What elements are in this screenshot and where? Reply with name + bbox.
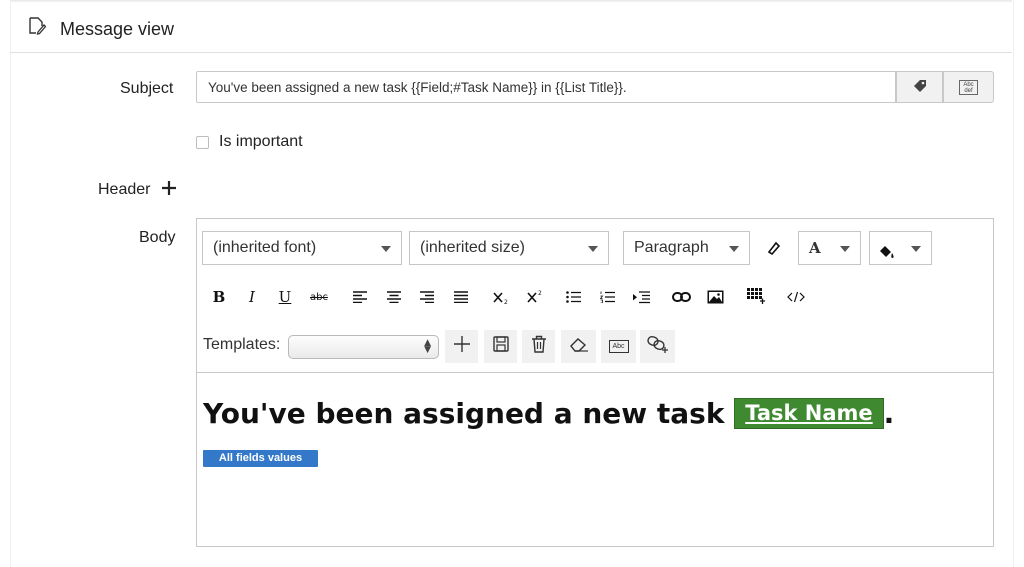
- text-field-icon: Abc def: [959, 79, 978, 95]
- indent-icon: [632, 290, 650, 304]
- subject-label: Subject: [120, 80, 174, 97]
- is-important-checkbox[interactable]: [196, 136, 209, 149]
- superscript-button[interactable]: 2: [527, 288, 545, 306]
- align-right-icon: [420, 291, 434, 303]
- link-button[interactable]: [671, 289, 691, 305]
- save-template-button[interactable]: [484, 330, 517, 363]
- justify-button[interactable]: [453, 289, 469, 305]
- source-code-icon: [787, 291, 805, 303]
- is-important-label: Is important: [219, 133, 303, 150]
- source-code-button[interactable]: [785, 289, 807, 305]
- save-icon: [492, 336, 509, 357]
- delete-icon: [531, 335, 547, 358]
- eraser-icon: [569, 336, 589, 357]
- insert-link-field-button[interactable]: [640, 330, 675, 363]
- header-label: Header: [98, 181, 151, 198]
- heading-period: .: [883, 397, 895, 430]
- image-button[interactable]: [706, 289, 724, 305]
- font-color-dropdown[interactable]: A: [798, 231, 861, 265]
- toolbar-divider: [197, 372, 993, 373]
- bold-button[interactable]: B: [209, 287, 229, 307]
- note-edit-icon: [28, 17, 47, 35]
- background-color-dropdown[interactable]: [869, 231, 932, 265]
- image-icon: [707, 290, 724, 304]
- delete-template-button[interactable]: [522, 330, 555, 363]
- font-size-dropdown[interactable]: (inherited size): [409, 231, 609, 265]
- superscript-icon: 2: [527, 289, 545, 305]
- clear-format-button[interactable]: [762, 238, 784, 258]
- add-icon: [453, 335, 471, 358]
- body-label: Body: [139, 229, 176, 246]
- body-editor: (inherited font) (inherited size) Paragr…: [196, 218, 994, 547]
- indent-button[interactable]: [632, 289, 650, 305]
- svg-text:2: 2: [504, 299, 508, 305]
- align-left-button[interactable]: [352, 289, 368, 305]
- table-button[interactable]: [747, 288, 765, 306]
- align-center-button[interactable]: [386, 289, 402, 305]
- paint-bucket-icon: [878, 240, 896, 272]
- heading-text: You've been assigned a new task: [203, 397, 725, 430]
- subject-input[interactable]: You've been assigned a new task {{Field;…: [196, 71, 896, 103]
- page-title: Message view: [60, 19, 175, 39]
- align-left-icon: [353, 291, 367, 303]
- link-icon: [671, 291, 691, 303]
- insert-field-button[interactable]: [896, 71, 943, 103]
- font-family-value: (inherited font): [213, 239, 317, 256]
- format-value: Paragraph: [634, 239, 709, 256]
- chevron-down-icon: [729, 246, 739, 252]
- justify-icon: [454, 291, 468, 303]
- subscript-button[interactable]: 2: [493, 288, 511, 306]
- chevron-down-icon: [911, 246, 921, 252]
- strikethrough-button[interactable]: abc: [307, 287, 331, 307]
- link-add-icon: [646, 335, 669, 358]
- underline-button[interactable]: U: [275, 287, 295, 307]
- bullet-list-button[interactable]: [565, 289, 581, 305]
- numbered-list-icon: [599, 291, 615, 303]
- format-dropdown[interactable]: Paragraph: [623, 231, 750, 265]
- plus-icon[interactable]: [160, 179, 178, 197]
- chevron-down-icon: [840, 246, 850, 252]
- select-arrows-icon: ▲ ▼: [424, 338, 431, 355]
- table-icon: [747, 288, 765, 306]
- add-template-button[interactable]: [445, 330, 478, 363]
- font-color-icon: A: [809, 239, 821, 257]
- text-field-icon: Abc: [608, 340, 629, 353]
- numbered-list-button[interactable]: [599, 289, 615, 305]
- italic-button[interactable]: I: [242, 287, 262, 307]
- align-right-button[interactable]: [419, 289, 435, 305]
- clear-template-button[interactable]: [561, 330, 596, 363]
- all-fields-values-badge[interactable]: All fields values: [203, 450, 318, 467]
- text-field-button[interactable]: Abc def: [943, 71, 994, 103]
- chevron-down-icon: [588, 246, 598, 252]
- chevron-down-icon: [381, 246, 391, 252]
- eraser-icon: [765, 240, 781, 256]
- font-size-value: (inherited size): [420, 239, 525, 256]
- templates-label: Templates:: [203, 336, 281, 353]
- task-name-field-tag[interactable]: Task Name: [734, 398, 884, 429]
- svg-text:2: 2: [538, 290, 542, 297]
- subscript-icon: 2: [493, 289, 511, 305]
- bullet-list-icon: [565, 291, 581, 303]
- tag-icon: [912, 77, 928, 98]
- panel-header: Message view: [10, 0, 1012, 53]
- templates-select[interactable]: ▲ ▼: [288, 335, 439, 359]
- align-center-icon: [387, 291, 401, 303]
- insert-text-field-button[interactable]: Abc: [601, 330, 636, 363]
- body-heading[interactable]: You've been assigned a new task Task Nam…: [203, 397, 894, 430]
- font-family-dropdown[interactable]: (inherited font): [202, 231, 402, 265]
